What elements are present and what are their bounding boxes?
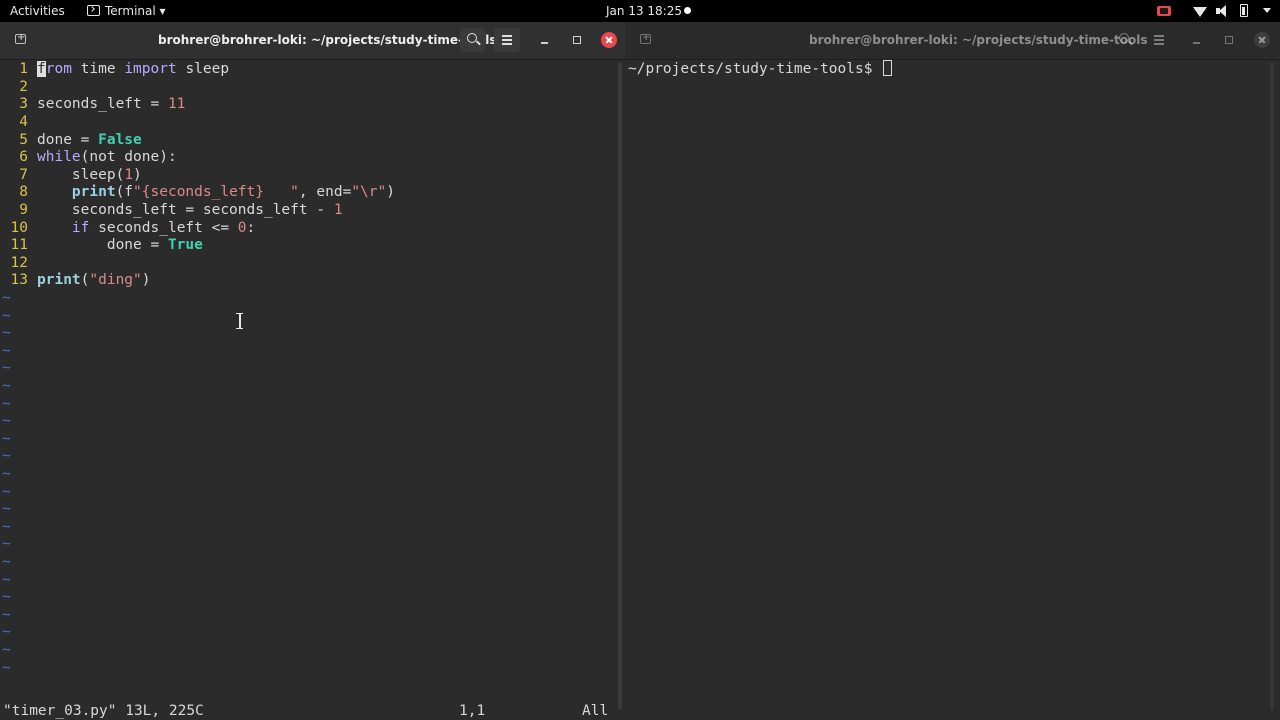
headerbar-left: brohrer@brohrer-loki: ~/projects/study-t… bbox=[0, 22, 625, 60]
status-file-info: "timer_03.py" 13L, 225C bbox=[3, 703, 204, 719]
tilde-marker: ~ bbox=[2, 554, 11, 570]
code-line: 3 seconds_left = 11 bbox=[19, 96, 186, 112]
terminal-window-right[interactable]: brohrer@brohrer-loki: ~/projects/study-t… bbox=[625, 22, 1280, 720]
close-icon[interactable] bbox=[601, 32, 617, 48]
tilde-marker: ~ bbox=[2, 396, 11, 412]
new-tab-icon[interactable] bbox=[633, 28, 659, 52]
code-line: 8 print(f"{seconds_left} ", end="\r") bbox=[19, 184, 395, 200]
tilde-marker: ~ bbox=[2, 519, 11, 535]
code-line: 13 print("ding") bbox=[10, 272, 151, 288]
code-line: 5 done = False bbox=[19, 132, 142, 148]
code-line: 2 bbox=[19, 79, 28, 95]
tilde-marker: ~ bbox=[2, 413, 11, 429]
code-line: 11 done = True bbox=[10, 237, 203, 253]
tilde-marker: ~ bbox=[2, 360, 11, 376]
tilde-marker: ~ bbox=[2, 607, 11, 623]
status-cursor-position: 1,1 bbox=[459, 703, 486, 719]
vim-editor[interactable]: 1 from time import sleep 2 3 seconds_left … bbox=[0, 60, 625, 720]
terminal-window-left[interactable]: brohrer@brohrer-loki: ~/projects/study-t… bbox=[0, 22, 625, 720]
search-icon[interactable] bbox=[460, 28, 486, 52]
volume-icon[interactable] bbox=[1216, 4, 1228, 18]
activities-button[interactable]: Activities bbox=[10, 0, 65, 22]
minimize-icon[interactable] bbox=[1184, 28, 1210, 52]
search-icon[interactable] bbox=[1112, 28, 1138, 52]
text-cursor: f bbox=[37, 61, 46, 77]
close-icon[interactable] bbox=[1254, 32, 1270, 48]
system-menu-chevron-down-icon[interactable] bbox=[1263, 8, 1271, 13]
window-title: brohrer@brohrer-loki: ~/projects/study-t… bbox=[809, 33, 1148, 47]
tilde-marker: ~ bbox=[2, 536, 11, 552]
prompt-text: ~/projects/study-time-tools$ bbox=[628, 61, 882, 77]
tilde-marker: ~ bbox=[2, 343, 11, 359]
tilde-marker: ~ bbox=[2, 624, 11, 640]
notification-dot-icon bbox=[684, 7, 691, 14]
wifi-icon[interactable] bbox=[1193, 4, 1207, 18]
scrollbar-track[interactable] bbox=[618, 62, 622, 710]
tilde-marker: ~ bbox=[2, 466, 11, 482]
tilde-marker: ~ bbox=[2, 448, 11, 464]
status-scroll: All bbox=[582, 703, 609, 719]
app-menu[interactable]: Terminal ▾ bbox=[87, 0, 166, 22]
top-bar: Activities Terminal ▾ Jan 13 18:25 bbox=[0, 0, 1280, 22]
headerbar-right: brohrer@brohrer-loki: ~/projects/study-t… bbox=[625, 22, 1280, 60]
tilde-marker: ~ bbox=[2, 431, 11, 447]
code-line: 12 bbox=[10, 255, 28, 271]
terminal-icon bbox=[87, 5, 100, 16]
scrollbar-track[interactable] bbox=[1270, 62, 1274, 710]
tilde-marker: ~ bbox=[2, 290, 11, 306]
tilde-marker: ~ bbox=[2, 642, 11, 658]
tilde-marker: ~ bbox=[2, 378, 11, 394]
new-tab-icon[interactable] bbox=[8, 28, 34, 52]
text-cursor bbox=[883, 60, 893, 76]
tilde-marker: ~ bbox=[2, 308, 11, 324]
tilde-marker: ~ bbox=[2, 501, 11, 517]
tilde-marker: ~ bbox=[2, 589, 11, 605]
menu-icon[interactable] bbox=[494, 28, 520, 52]
battery-icon[interactable] bbox=[1240, 4, 1248, 17]
code-line: 9 seconds_left = seconds_left - 1 bbox=[19, 202, 343, 218]
window-title: brohrer@brohrer-loki: ~/projects/study-t… bbox=[158, 33, 497, 47]
code-line: 4 bbox=[19, 114, 28, 130]
maximize-icon[interactable] bbox=[1216, 28, 1242, 52]
tilde-marker: ~ bbox=[2, 484, 11, 500]
shell-prompt[interactable]: ~/projects/study-time-tools$ bbox=[628, 60, 893, 78]
mouse-ibeam-cursor-icon bbox=[235, 313, 244, 329]
app-menu-label: Terminal bbox=[105, 4, 156, 18]
code-line: 10 if seconds_left <= 0: bbox=[10, 220, 256, 236]
screen-record-icon[interactable] bbox=[1157, 6, 1171, 16]
maximize-icon[interactable] bbox=[564, 28, 590, 52]
tilde-marker: ~ bbox=[2, 572, 11, 588]
tilde-marker: ~ bbox=[2, 325, 11, 341]
code-line: 7 sleep(1) bbox=[19, 167, 142, 183]
minimize-icon[interactable] bbox=[532, 28, 558, 52]
tilde-marker: ~ bbox=[2, 660, 11, 676]
code-line: 1 from time import sleep bbox=[19, 61, 230, 77]
menu-icon[interactable] bbox=[1146, 28, 1172, 52]
code-line: 6 while(not done): bbox=[19, 149, 177, 165]
clock[interactable]: Jan 13 18:25 bbox=[606, 0, 682, 22]
